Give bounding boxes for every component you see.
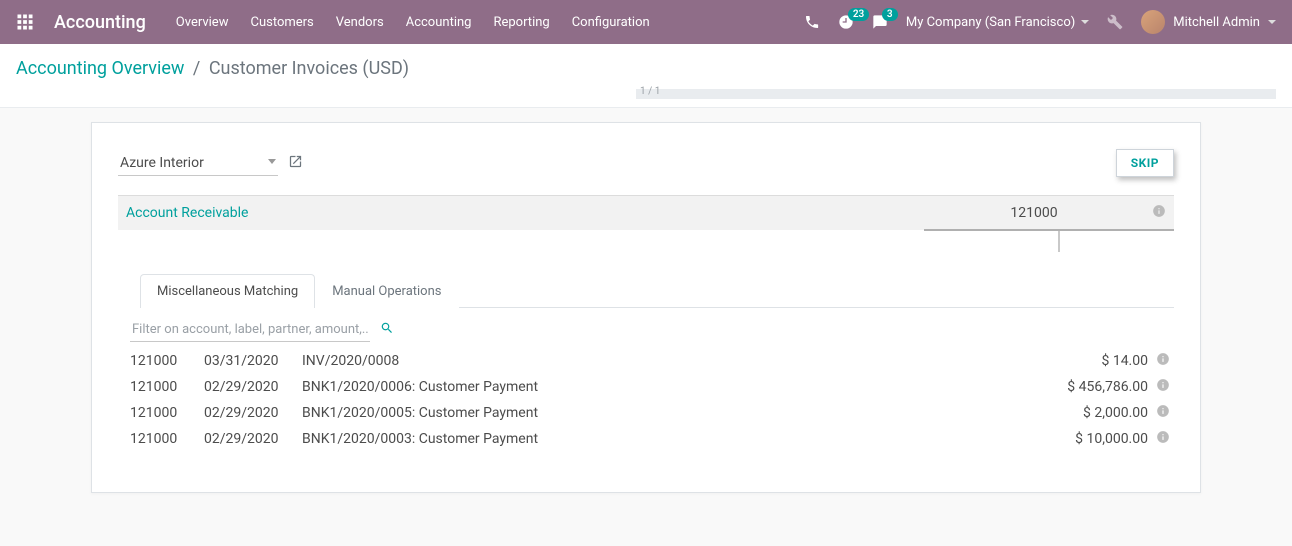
chevron-down-icon: [268, 159, 276, 164]
discuss-badge: 3: [882, 8, 898, 21]
activities-badge: 23: [848, 8, 869, 21]
line-date: 02/29/2020: [204, 379, 302, 395]
line-date: 02/29/2020: [204, 431, 302, 447]
app-title[interactable]: Accounting: [54, 12, 146, 33]
chevron-down-icon: [1268, 20, 1276, 24]
tab-manual-operations[interactable]: Manual Operations: [315, 274, 458, 308]
line-date: 02/29/2020: [204, 405, 302, 421]
activities-icon[interactable]: 23: [838, 14, 854, 30]
info-icon[interactable]: [1148, 430, 1170, 448]
nav-overview[interactable]: Overview: [176, 15, 229, 30]
partner-name: Azure Interior: [120, 155, 204, 171]
info-icon[interactable]: [1148, 378, 1170, 396]
phone-icon[interactable]: [804, 14, 820, 30]
topbar-right: 23 3 My Company (San Francisco) Mitchell…: [804, 10, 1276, 34]
divider: [1058, 230, 1060, 252]
line-amount: $ 14.00: [1018, 353, 1148, 369]
reconciliation-card: Azure Interior SKIP Account Receivable 1…: [91, 122, 1201, 493]
card-header-row: Azure Interior SKIP: [118, 149, 1174, 177]
tabs: Miscellaneous Matching Manual Operations: [140, 274, 1174, 308]
pager-progress: 1 / 1: [636, 89, 1276, 99]
line-account-code: 121000: [130, 379, 204, 395]
chevron-down-icon: [1081, 20, 1089, 24]
line-date: 03/31/2020: [204, 353, 302, 369]
external-link-icon[interactable]: [288, 154, 303, 173]
account-name[interactable]: Account Receivable: [126, 205, 924, 221]
main-container: Azure Interior SKIP Account Receivable 1…: [91, 122, 1201, 523]
line-amount: $ 2,000.00: [1018, 405, 1148, 421]
info-icon[interactable]: [1148, 404, 1170, 422]
pager-bar: 1 / 1: [16, 89, 1276, 99]
amount-separator: [924, 229, 1174, 231]
tab-miscellaneous-matching[interactable]: Miscellaneous Matching: [140, 274, 315, 308]
table-row[interactable]: 121000 02/29/2020 BNK1/2020/0005: Custom…: [118, 400, 1174, 426]
line-account-code: 121000: [130, 353, 204, 369]
nav-vendors[interactable]: Vendors: [336, 15, 384, 30]
info-icon[interactable]: [1148, 352, 1170, 370]
company-switcher[interactable]: My Company (San Francisco): [906, 15, 1089, 30]
pager-text: 1 / 1: [640, 86, 660, 97]
table-row[interactable]: 121000 02/29/2020 BNK1/2020/0003: Custom…: [118, 426, 1174, 452]
account-row: Account Receivable 121000: [118, 195, 1174, 230]
user-menu[interactable]: Mitchell Admin: [1141, 10, 1276, 34]
breadcrumb-bar: Accounting Overview / Customer Invoices …: [0, 44, 1292, 108]
table-row[interactable]: 121000 03/31/2020 INV/2020/0008 $ 14.00: [118, 348, 1174, 374]
search-icon[interactable]: [380, 321, 394, 339]
line-amount: $ 456,786.00: [1018, 379, 1148, 395]
info-icon[interactable]: [1152, 204, 1166, 222]
apps-icon[interactable]: [16, 13, 34, 31]
nav-reporting[interactable]: Reporting: [493, 15, 549, 30]
line-label: BNK1/2020/0005: Customer Payment: [302, 405, 1018, 421]
line-label: BNK1/2020/0003: Customer Payment: [302, 431, 1018, 447]
discuss-icon[interactable]: 3: [872, 14, 888, 30]
user-name: Mitchell Admin: [1173, 15, 1260, 30]
nav-menu: Overview Customers Vendors Accounting Re…: [176, 15, 804, 30]
avatar: [1141, 10, 1165, 34]
company-name: My Company (San Francisco): [906, 15, 1075, 30]
breadcrumb-separator: /: [193, 58, 200, 79]
move-lines-table: 121000 03/31/2020 INV/2020/0008 $ 14.00 …: [118, 348, 1174, 452]
nav-configuration[interactable]: Configuration: [572, 15, 650, 30]
account-code: 121000: [924, 205, 1144, 221]
line-account-code: 121000: [130, 431, 204, 447]
line-amount: $ 10,000.00: [1018, 431, 1148, 447]
nav-customers[interactable]: Customers: [250, 15, 313, 30]
breadcrumb-current: Customer Invoices (USD): [209, 58, 409, 79]
breadcrumb-root[interactable]: Accounting Overview: [16, 58, 184, 79]
filter-input[interactable]: [130, 318, 370, 342]
topbar: Accounting Overview Customers Vendors Ac…: [0, 0, 1292, 44]
table-row[interactable]: 121000 02/29/2020 BNK1/2020/0006: Custom…: [118, 374, 1174, 400]
breadcrumb: Accounting Overview / Customer Invoices …: [16, 58, 1276, 79]
line-label: BNK1/2020/0006: Customer Payment: [302, 379, 1018, 395]
line-account-code: 121000: [130, 405, 204, 421]
skip-button[interactable]: SKIP: [1116, 149, 1174, 177]
partner-picker[interactable]: Azure Interior: [118, 151, 278, 176]
line-label: INV/2020/0008: [302, 353, 1018, 369]
filter-row: [118, 308, 1174, 348]
debug-icon[interactable]: [1107, 14, 1123, 30]
partner-select: Azure Interior: [118, 151, 303, 176]
nav-accounting[interactable]: Accounting: [406, 15, 472, 30]
